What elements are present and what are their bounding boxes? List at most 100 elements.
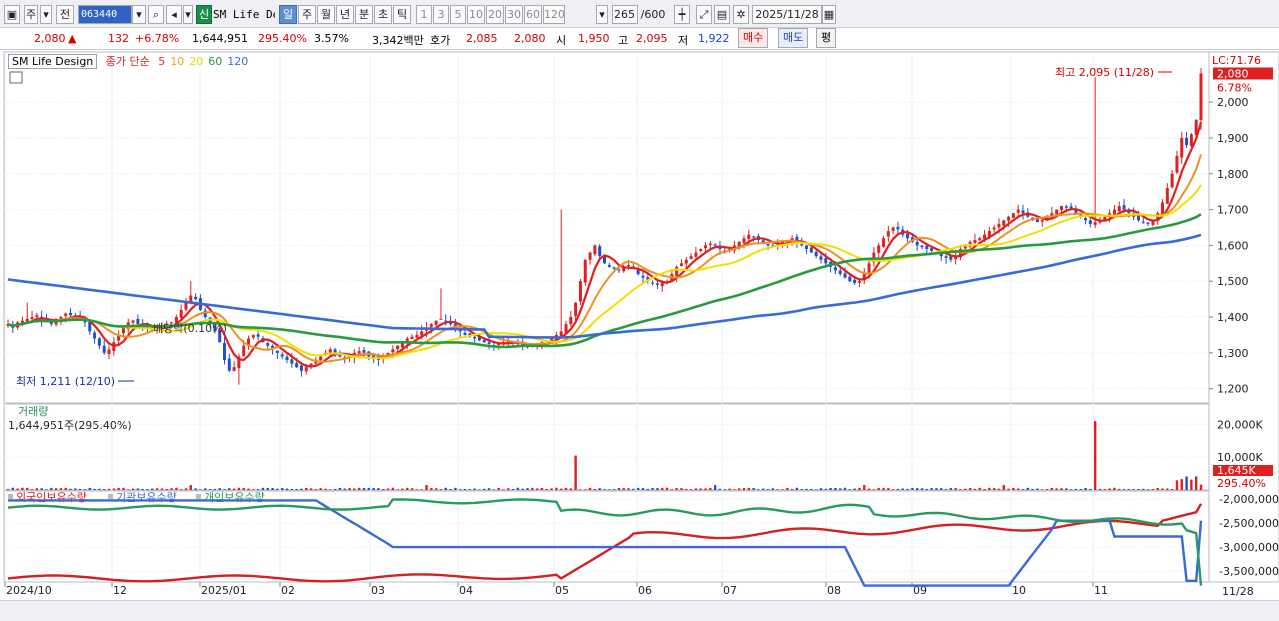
candle-body	[184, 302, 188, 310]
volume-bar	[1166, 488, 1169, 490]
candle-body	[569, 317, 573, 325]
candle-body	[487, 342, 491, 344]
volume-bar	[925, 488, 929, 490]
volume-bar	[343, 488, 346, 490]
volume-bar	[280, 488, 284, 490]
volume-bar	[103, 489, 106, 490]
volume-bar	[636, 487, 640, 490]
volume-bar	[117, 487, 120, 490]
volume-bar	[1175, 480, 1179, 490]
bottom-scrollbar[interactable]	[0, 600, 1279, 621]
y-tick-label: 1,700	[1217, 204, 1249, 217]
candle-body	[853, 279, 857, 284]
volume-bar	[1074, 488, 1078, 490]
volume-bar	[685, 488, 688, 490]
candle-body	[1040, 220, 1044, 222]
volume-bar	[839, 488, 842, 490]
volume-bar	[1050, 487, 1054, 490]
volume-bar	[540, 487, 544, 490]
volume-bar	[723, 489, 726, 490]
candle-body	[704, 245, 708, 249]
candle-body	[920, 245, 924, 248]
ma-period-120: 120	[227, 55, 249, 68]
volume-bar	[848, 489, 852, 490]
volume-bar	[1122, 489, 1126, 490]
volume-bar	[824, 488, 827, 490]
volume-bar	[863, 485, 866, 490]
hold-legend-0: 외국인보유수량	[16, 491, 87, 504]
candle-body	[1136, 215, 1140, 221]
hold-legend-1: 기관보유수량	[116, 491, 177, 504]
volume-bar	[920, 488, 924, 490]
candle-body	[1055, 209, 1059, 215]
volume-bar	[444, 487, 447, 490]
volume-bar	[579, 489, 582, 490]
volume-bar	[997, 488, 1001, 490]
volume-bar	[439, 489, 443, 490]
volume-bar	[752, 488, 755, 490]
volume-bar	[757, 489, 760, 490]
candle-body	[319, 356, 323, 361]
volume-bar	[367, 487, 370, 490]
volume-bar	[1060, 488, 1063, 490]
volume-bar	[401, 488, 404, 490]
candle-body	[97, 338, 101, 346]
volume-bar	[247, 488, 250, 490]
candle-body	[1185, 137, 1189, 146]
volume-panel	[3, 403, 1210, 491]
candle-body	[636, 269, 640, 275]
volume-bar	[593, 488, 597, 490]
volume-bar	[882, 487, 885, 490]
candle-body	[299, 365, 303, 371]
y-tick-label: 1,400	[1217, 311, 1249, 324]
volume-bar	[290, 488, 294, 490]
volume-bar	[521, 488, 524, 490]
volume-bar	[733, 489, 736, 490]
volume-bar	[867, 488, 871, 490]
volume-bar	[415, 489, 419, 490]
volume-bar	[1036, 488, 1039, 490]
volume-bar	[122, 487, 125, 490]
candle-body	[266, 343, 270, 346]
x-tick-label: 2024/10	[6, 584, 52, 597]
chart-canvas[interactable]: 1,200 1,300 1,400 1,500 1,600 1,700 1,800 1,900…	[0, 0, 1279, 621]
candle-body	[848, 276, 852, 282]
x-tick-label: 02	[281, 584, 295, 597]
candle-body	[752, 236, 756, 238]
holdings-panel	[3, 490, 1210, 583]
volume-bar	[1002, 485, 1005, 490]
candle-body	[131, 320, 135, 323]
candle-body	[857, 281, 861, 283]
candle-body	[25, 318, 29, 322]
volume-bar	[487, 488, 491, 490]
candle-body	[1059, 206, 1063, 211]
volume-bar	[1156, 487, 1159, 490]
volume-bar	[1127, 489, 1131, 490]
price-panel	[3, 51, 1210, 404]
volume-bar	[329, 489, 332, 490]
candle-body	[915, 241, 919, 246]
candle-body	[930, 248, 934, 251]
volume-bar	[377, 488, 380, 490]
candle-body	[256, 334, 260, 337]
volume-bar	[454, 487, 457, 490]
y-tick-label: 1,800	[1217, 168, 1249, 181]
candle-body	[1146, 222, 1150, 224]
candle-body	[1117, 206, 1121, 212]
candle-body	[766, 244, 770, 246]
volume-bar	[632, 488, 635, 490]
volume-bar	[151, 488, 154, 490]
volume-bar	[786, 487, 789, 490]
candle-body	[973, 240, 977, 243]
dividend-label: 배당락(0.10%)	[153, 322, 227, 335]
volume-bar	[574, 455, 577, 490]
volume-bar	[555, 487, 558, 490]
ma-period-5: 5	[158, 55, 166, 68]
candle-body	[1016, 209, 1020, 213]
volume-bar	[386, 488, 390, 490]
volume-bar	[468, 489, 472, 490]
candle-body	[583, 259, 587, 283]
hold-tick-label: -3,500,000	[1219, 565, 1279, 578]
volume-bar	[1045, 489, 1049, 490]
candle-body	[699, 248, 703, 252]
